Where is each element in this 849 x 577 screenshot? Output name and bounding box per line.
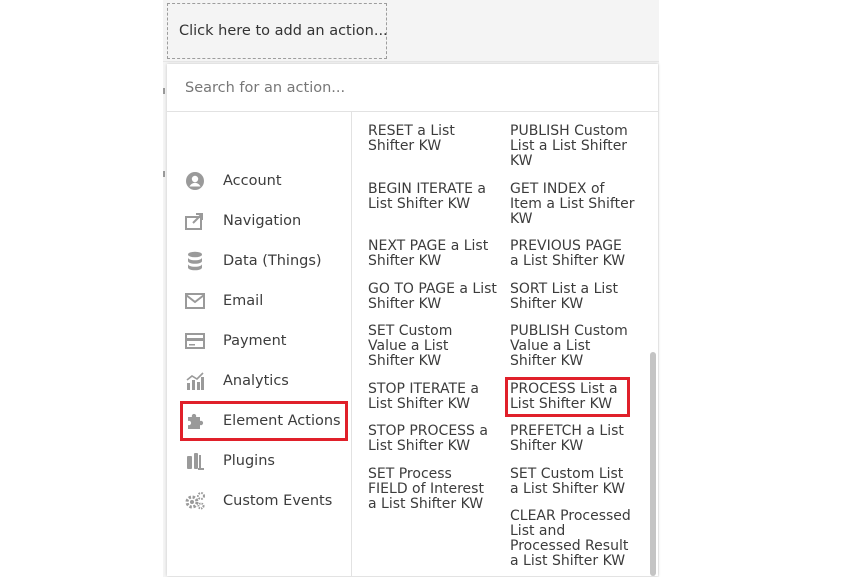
- payment-card-icon: [183, 329, 207, 353]
- action-item[interactable]: SET Process FIELD of Interest a List Shi…: [368, 467, 493, 512]
- category-element-actions[interactable]: Element Actions: [180, 401, 348, 441]
- plugins-icon: [183, 449, 207, 473]
- action-picker-panel: Account Navigation Data (Things) Email: [167, 64, 658, 576]
- gears-icon: [183, 489, 207, 513]
- action-item[interactable]: NEXT PAGE a List Shifter KW: [368, 239, 498, 269]
- action-item[interactable]: PUBLISH Custom Value a List Shifter KW: [510, 324, 635, 369]
- puzzle-icon: [183, 409, 207, 433]
- action-item[interactable]: PREFETCH a List Shifter KW: [510, 424, 630, 454]
- category-list: Account Navigation Data (Things) Email P…: [167, 112, 352, 576]
- category-email[interactable]: Email: [183, 284, 348, 318]
- category-label: Navigation: [223, 213, 302, 229]
- analytics-icon: [183, 369, 207, 393]
- action-item[interactable]: GO TO PAGE a List Shifter KW: [368, 282, 498, 312]
- email-icon: [183, 289, 207, 313]
- category-account[interactable]: Account: [183, 164, 348, 198]
- action-item[interactable]: PUBLISH Custom List a List Shifter KW: [510, 124, 635, 169]
- category-navigation[interactable]: Navigation: [183, 204, 348, 238]
- action-item[interactable]: GET INDEX of Item a List Shifter KW: [510, 182, 638, 227]
- action-item[interactable]: BEGIN ITERATE a List Shifter KW: [368, 182, 498, 212]
- action-item[interactable]: CLEAR Processed List and Processed Resul…: [510, 509, 635, 569]
- action-list: RESET a List Shifter KW BEGIN ITERATE a …: [353, 112, 658, 576]
- search-input[interactable]: [179, 74, 651, 102]
- category-label: Payment: [223, 333, 287, 349]
- category-label: Email: [223, 293, 264, 309]
- action-item[interactable]: SORT List a List Shifter KW: [510, 282, 625, 312]
- category-label: Account: [223, 173, 282, 189]
- action-item-process-list-highlighted[interactable]: PROCESS List a List Shifter KW: [505, 377, 630, 417]
- database-icon: [183, 249, 207, 273]
- action-list-scrollbar[interactable]: [650, 352, 656, 576]
- category-label: Custom Events: [223, 493, 333, 509]
- action-item[interactable]: SET Custom List a List Shifter KW: [510, 467, 630, 497]
- category-label: Element Actions: [223, 413, 341, 429]
- action-item[interactable]: RESET a List Shifter KW: [368, 124, 498, 154]
- category-plugins[interactable]: Plugins: [183, 444, 348, 478]
- category-payment[interactable]: Payment: [183, 324, 348, 358]
- action-item[interactable]: PREVIOUS PAGE a List Shifter KW: [510, 239, 630, 269]
- canvas-divider: [163, 61, 659, 62]
- search-bar: [167, 64, 658, 112]
- category-analytics[interactable]: Analytics: [183, 364, 348, 398]
- action-item[interactable]: STOP PROCESS a List Shifter KW: [368, 424, 498, 454]
- canvas-tick: [163, 88, 165, 94]
- category-label: Plugins: [223, 453, 275, 469]
- category-label: Data (Things): [223, 253, 322, 269]
- add-action-button[interactable]: Click here to add an action...: [167, 3, 388, 59]
- action-item[interactable]: SET Custom Value a List Shifter KW: [368, 324, 478, 369]
- category-data-things[interactable]: Data (Things): [183, 244, 348, 278]
- category-custom-events[interactable]: Custom Events: [183, 484, 348, 518]
- action-item[interactable]: STOP ITERATE a List Shifter KW: [368, 382, 498, 412]
- canvas-tick: [163, 171, 165, 177]
- navigation-icon: [183, 209, 207, 233]
- category-label: Analytics: [223, 373, 289, 389]
- add-action-label: Click here to add an action...: [179, 23, 388, 39]
- account-icon: [183, 169, 207, 193]
